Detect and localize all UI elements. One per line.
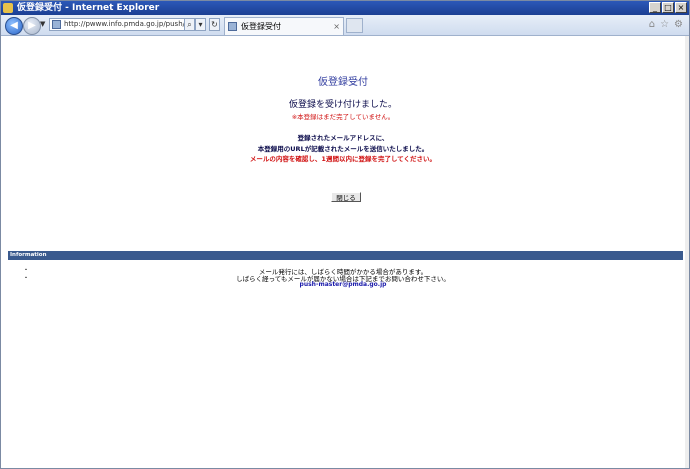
browser-window: 仮登録受付 - Internet Explorer _ □ × ◀ ▶ ▼ ht…: [0, 0, 690, 469]
page-content: 仮登録受付 仮登録を受け付けました。 ※本登録はまだ完了していません。 登録され…: [1, 36, 685, 468]
tab-current[interactable]: 仮登録受付 ×: [224, 17, 344, 35]
title-bar: 仮登録受付 - Internet Explorer _ □ ×: [1, 1, 689, 15]
address-dropdown-icon[interactable]: ▾: [195, 18, 206, 31]
home-icon[interactable]: ⌂: [649, 19, 655, 30]
window-title: 仮登録受付 - Internet Explorer: [17, 3, 160, 13]
close-window-button[interactable]: ×: [675, 2, 687, 13]
instruction-line-3: メールの内容を確認し、1週間以内に登録を完了してください。: [249, 155, 437, 163]
search-icon[interactable]: ⌕: [184, 18, 195, 31]
forward-button[interactable]: ▶: [23, 17, 41, 35]
contact-email-link[interactable]: push-master@pmda.go.jp: [1, 281, 685, 288]
warning-message: ※本登録はまだ完了していません。: [291, 113, 395, 121]
instruction-line-2: 本登録用のURLが記載されたメールを送信いたしました。: [257, 145, 429, 153]
window-controls: _ □ ×: [649, 2, 687, 13]
tab-close-icon[interactable]: ×: [333, 18, 340, 35]
received-message: 仮登録を受け付けました。: [288, 100, 397, 110]
favorites-star-icon[interactable]: ☆: [660, 19, 669, 30]
instruction-line-1: 登録されたメールアドレスに、: [297, 134, 389, 142]
tab-page-icon: [228, 22, 237, 31]
address-bar[interactable]: http://pwww.info.pmda.go.jp/push/jsp/: [49, 18, 199, 31]
toolbar-right-icons: ⌂ ☆ ⚙: [649, 19, 683, 30]
maximize-button[interactable]: □: [662, 2, 674, 13]
close-page-button[interactable]: 閉じる: [331, 192, 361, 202]
browser-toolbar: ◀ ▶ ▼ http://pwww.info.pmda.go.jp/push/j…: [1, 15, 689, 36]
ie-app-icon: [3, 3, 13, 13]
address-text: http://pwww.info.pmda.go.jp/push/jsp/: [64, 20, 198, 28]
vertical-scrollbar[interactable]: [685, 36, 689, 468]
refresh-icon[interactable]: ↻: [209, 18, 220, 31]
page-title: 仮登録受付: [318, 77, 368, 88]
minimize-button[interactable]: _: [649, 2, 661, 13]
back-button[interactable]: ◀: [5, 17, 23, 35]
new-tab-button[interactable]: [346, 18, 363, 33]
tab-label: 仮登録受付: [241, 22, 281, 31]
tools-gear-icon[interactable]: ⚙: [674, 19, 683, 30]
information-header: Information: [8, 251, 683, 260]
history-dropdown-icon[interactable]: ▼: [40, 21, 46, 28]
page-icon: [52, 20, 61, 29]
